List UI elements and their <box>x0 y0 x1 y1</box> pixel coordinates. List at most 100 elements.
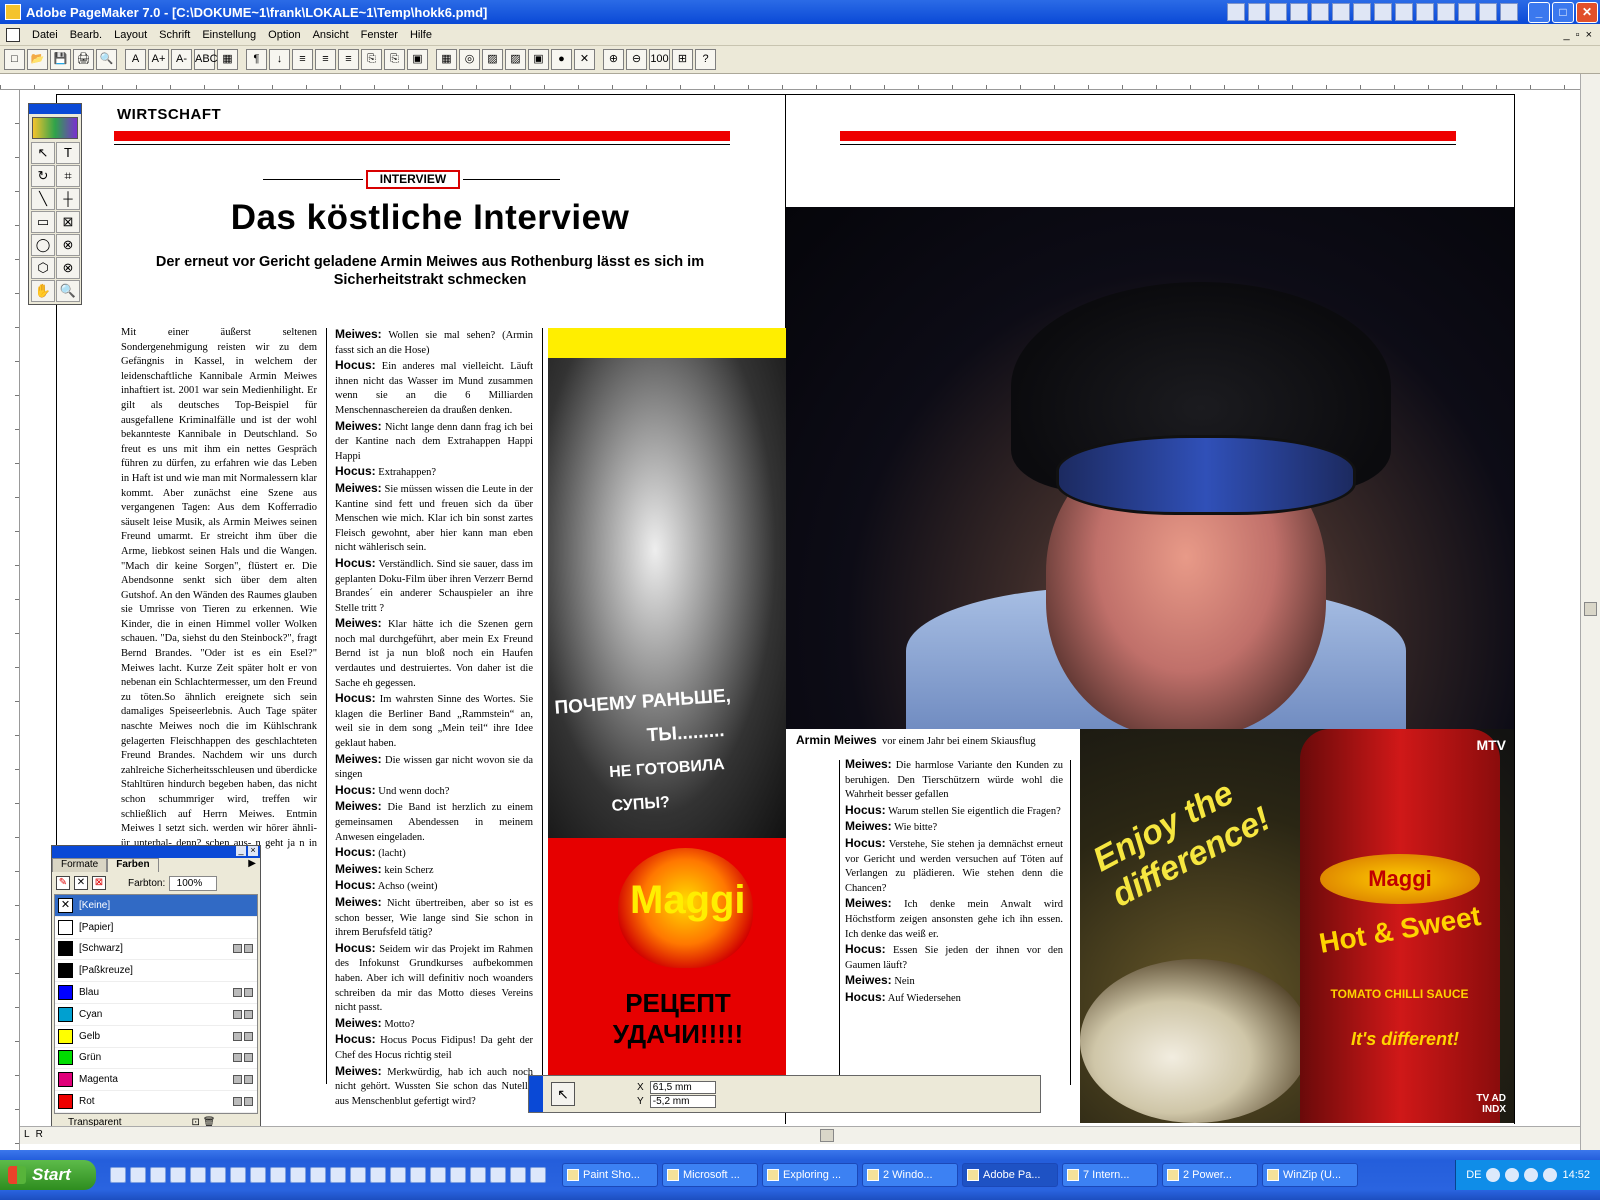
toolbar-button-7[interactable]: A- <box>171 49 192 70</box>
swatch-8[interactable]: Magenta <box>55 1069 257 1092</box>
tool-13-icon[interactable]: 🔍 <box>56 280 80 302</box>
menu-fenster[interactable]: Fenster <box>355 29 404 41</box>
y-position-input[interactable]: -5,2 mm <box>649 1095 716 1108</box>
swatch-4[interactable]: Blau <box>55 982 257 1004</box>
toolbar-button-8[interactable]: ABC <box>194 49 218 70</box>
toolbar-button-19[interactable]: ◎ <box>459 49 480 70</box>
quicklaunch-icon[interactable] <box>130 1167 146 1183</box>
swatch-7[interactable]: Grün <box>55 1048 257 1070</box>
tool-12-icon[interactable]: ✋ <box>31 280 55 302</box>
swatch-1[interactable]: [Papier] <box>55 917 257 939</box>
toolbar-button-15[interactable]: ⎘ <box>361 49 382 70</box>
tray-icon[interactable] <box>1505 1168 1520 1182</box>
menu-layout[interactable]: Layout <box>108 29 153 41</box>
shortcut-icon[interactable] <box>1395 3 1413 21</box>
shortcut-icon[interactable] <box>1353 3 1371 21</box>
shortcut-icon[interactable] <box>1332 3 1350 21</box>
article-column-3[interactable]: Meiwes: Die harmlose Variante den Kunden… <box>845 757 1063 1017</box>
quicklaunch-icon[interactable] <box>290 1167 306 1183</box>
toolbar-button-27[interactable]: 100 <box>649 49 670 70</box>
quicklaunch-icon[interactable] <box>490 1167 506 1183</box>
vertical-scroll-thumb[interactable] <box>1584 602 1597 616</box>
toolbar-button-18[interactable]: ▦ <box>436 49 457 70</box>
control-palette-handle[interactable] <box>529 1076 543 1112</box>
tool-0-icon[interactable]: ↖ <box>31 142 55 164</box>
toolbar-button-25[interactable]: ⊕ <box>603 49 624 70</box>
horizontal-scroll-thumb[interactable] <box>820 1129 834 1142</box>
toolbar-button-12[interactable]: ≡ <box>292 49 313 70</box>
shortcut-icon[interactable] <box>1290 3 1308 21</box>
toolbar-button-3[interactable]: 🖨 <box>73 49 94 70</box>
taskbar-button-6[interactable]: 2 Power... <box>1162 1163 1258 1187</box>
palette-close-button[interactable]: × <box>248 846 258 856</box>
doc-close-button[interactable]: × <box>1586 29 1592 41</box>
article-column-2[interactable]: Meiwes: Wollen sie mal sehen? (Armin fas… <box>335 327 533 1107</box>
swatch-6[interactable]: Gelb <box>55 1026 257 1048</box>
quicklaunch-icon[interactable] <box>390 1167 406 1183</box>
document-icon[interactable] <box>6 27 20 42</box>
doc-minimize-button[interactable]: _ <box>1564 29 1570 41</box>
shortcut-icon[interactable] <box>1227 3 1245 21</box>
quicklaunch-icon[interactable] <box>270 1167 286 1183</box>
palette-minimize-button[interactable]: _ <box>236 846 246 856</box>
shortcut-icon[interactable] <box>1479 3 1497 21</box>
menu-hilfe[interactable]: Hilfe <box>404 29 438 41</box>
doc-restore-button[interactable]: ▫ <box>1576 29 1580 41</box>
clock[interactable]: 14:52 <box>1562 1169 1590 1181</box>
tab-formats[interactable]: Formate <box>52 858 108 872</box>
toolbar-button-24[interactable]: ✕ <box>574 49 595 70</box>
quicklaunch-icon[interactable] <box>110 1167 126 1183</box>
tint-select[interactable]: 100% <box>169 875 218 891</box>
tray-icon[interactable] <box>1543 1168 1558 1182</box>
taskbar-button-3[interactable]: 2 Windo... <box>862 1163 958 1187</box>
tool-2-icon[interactable]: ↻ <box>31 165 55 187</box>
maximize-button[interactable]: □ <box>1552 1 1574 23</box>
quicklaunch-icon[interactable] <box>310 1167 326 1183</box>
toolbar-button-17[interactable]: ▣ <box>407 49 428 70</box>
swatch-0[interactable]: ✕ [Keine] <box>55 895 257 917</box>
colors-palette-titlebar[interactable]: _ × <box>52 846 260 858</box>
subheadline[interactable]: Der erneut vor Gericht geladene Armin Me… <box>105 253 755 289</box>
tool-3-icon[interactable]: ⌗ <box>56 165 80 187</box>
menu-schrift[interactable]: Schrift <box>153 29 196 41</box>
vertical-scrollbar[interactable] <box>1580 74 1600 1150</box>
quicklaunch-icon[interactable] <box>430 1167 446 1183</box>
page-icon-right[interactable]: R <box>36 1129 43 1140</box>
stroke-icon[interactable]: ✎ <box>56 876 70 890</box>
toolbar-button-10[interactable]: ¶ <box>246 49 267 70</box>
horizontal-ruler[interactable] <box>0 74 1600 90</box>
toolbar-button-20[interactable]: ▨ <box>482 49 503 70</box>
swatch-3[interactable]: [Paßkreuze] <box>55 960 257 983</box>
quicklaunch-icon[interactable] <box>450 1167 466 1183</box>
photo-caption[interactable]: Armin Meiwes vor einem Jahr bei einem Sk… <box>796 733 1076 747</box>
shortcut-icon[interactable] <box>1374 3 1392 21</box>
photo-skier-portrait[interactable] <box>786 207 1514 729</box>
fill-icon[interactable]: ✕ <box>74 876 88 890</box>
toolbar-button-11[interactable]: ↓ <box>269 49 290 70</box>
quicklaunch-icon[interactable] <box>230 1167 246 1183</box>
toolbar-button-29[interactable]: ? <box>695 49 716 70</box>
taskbar-button-2[interactable]: Exploring ... <box>762 1163 858 1187</box>
toolbar-button-2[interactable]: 💾 <box>50 49 71 70</box>
minimize-button[interactable]: _ <box>1528 1 1550 23</box>
shortcut-icon[interactable] <box>1500 3 1518 21</box>
shortcut-icon[interactable] <box>1311 3 1329 21</box>
menu-ansicht[interactable]: Ansicht <box>307 29 355 41</box>
toolbar-button-16[interactable]: ⎘ <box>384 49 405 70</box>
swatch-5[interactable]: Cyan <box>55 1004 257 1026</box>
taskbar-button-0[interactable]: Paint Sho... <box>562 1163 658 1187</box>
toolbar-button-23[interactable]: ● <box>551 49 572 70</box>
shortcut-icon[interactable] <box>1248 3 1266 21</box>
fill-stroke-icon[interactable]: ⊠ <box>92 876 106 890</box>
quicklaunch-icon[interactable] <box>350 1167 366 1183</box>
language-indicator[interactable]: DE <box>1466 1169 1481 1181</box>
quicklaunch-icon[interactable] <box>470 1167 486 1183</box>
maggi-ad-hot-sweet[interactable]: Enjoy the difference! Maggi Hot & Sweet … <box>1080 729 1514 1123</box>
tool-7-icon[interactable]: ⊠ <box>56 211 80 233</box>
quicklaunch-icon[interactable] <box>210 1167 226 1183</box>
pointer-tool-icon[interactable]: ↖ <box>551 1082 575 1106</box>
tool-4-icon[interactable]: ╲ <box>31 188 55 210</box>
headline[interactable]: Das köstliche Interview <box>110 198 750 238</box>
quicklaunch-icon[interactable] <box>170 1167 186 1183</box>
tray-icon[interactable] <box>1486 1168 1501 1182</box>
